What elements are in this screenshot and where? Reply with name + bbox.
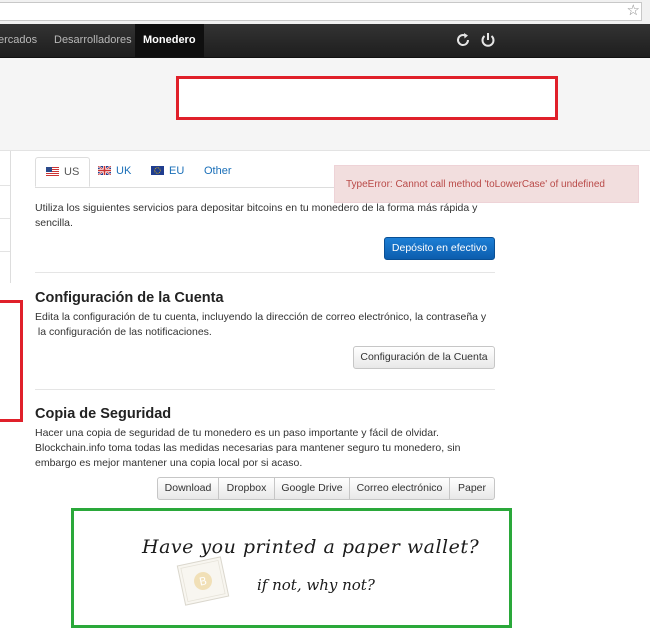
divider [35, 389, 495, 390]
annotation-box-red-top [176, 76, 558, 120]
tab-uk[interactable]: UK [98, 157, 131, 187]
account-text-line1: Edita la configuración de tu cuenta, inc… [35, 311, 487, 323]
promo-subline: if not, why not? [257, 576, 375, 594]
deposit-text-line2: sencilla. [35, 217, 73, 229]
error-alert: TypeError: Cannot call method 'toLowerCa… [334, 165, 639, 203]
account-settings-button[interactable]: Configuración de la Cuenta [353, 346, 495, 369]
tab-eu-label: EU [169, 165, 185, 177]
divider [35, 272, 495, 273]
deposit-description: Utiliza los siguientes servicios para de… [35, 201, 495, 231]
backup-text-line2: Blockchain.info toma todas las medidas n… [35, 442, 461, 454]
email-button[interactable]: Correo electrónico [349, 477, 450, 500]
cash-deposit-button[interactable]: Depósito en efectivo [384, 237, 495, 260]
tab-other-label: Other [204, 165, 232, 177]
promo-headline: Have you printed a paper wallet? [142, 536, 480, 558]
account-text-line2: la configuración de las notificaciones. [35, 326, 212, 338]
account-heading: Configuración de la Cuenta [35, 290, 224, 306]
deposit-text-line1: Utiliza los siguientes servicios para de… [35, 202, 478, 214]
us-flag-icon [46, 166, 59, 176]
nav-item-mercados[interactable]: ercados [0, 24, 37, 57]
backup-text-line1: Hacer una copia de seguridad de tu moned… [35, 427, 439, 439]
tab-us-label: US [64, 166, 80, 178]
star-icon[interactable]: ☆ [627, 1, 640, 21]
google-drive-button[interactable]: Google Drive [274, 477, 350, 500]
account-description: Edita la configuración de tu cuenta, inc… [35, 310, 505, 340]
annotation-box-red-left [0, 300, 23, 422]
paper-wallet-icon: B [176, 556, 230, 606]
tab-us[interactable]: US [35, 157, 91, 187]
power-icon[interactable] [479, 31, 497, 49]
sidebar-edge [0, 151, 11, 283]
top-navbar: ercados Desarrolladores Monedero [0, 24, 650, 58]
nav-item-monedero[interactable]: Monedero [135, 24, 204, 57]
download-button[interactable]: Download [157, 477, 219, 500]
refresh-icon[interactable] [454, 31, 472, 49]
tab-uk-label: UK [116, 165, 132, 177]
dropbox-button[interactable]: Dropbox [218, 477, 275, 500]
error-message: TypeError: Cannot call method 'toLowerCa… [346, 179, 605, 190]
address-bar[interactable] [0, 2, 642, 21]
browser-toolbar: ☆ [0, 0, 650, 25]
backup-description: Hacer una copia de seguridad de tu moned… [35, 426, 505, 471]
nav-item-desarrolladores[interactable]: Desarrolladores [54, 24, 132, 57]
paper-wallet-promo[interactable]: B Have you printed a paper wallet? if no… [71, 508, 512, 628]
tab-eu[interactable]: EU [151, 157, 184, 187]
eu-flag-icon [151, 165, 164, 175]
backup-heading: Copia de Seguridad [35, 406, 172, 422]
backup-text-line3: embargo es mejor mantener una copia loca… [35, 457, 303, 469]
uk-flag-icon [98, 165, 111, 175]
paper-button[interactable]: Paper [449, 477, 495, 500]
tab-other[interactable]: Other [204, 157, 232, 187]
